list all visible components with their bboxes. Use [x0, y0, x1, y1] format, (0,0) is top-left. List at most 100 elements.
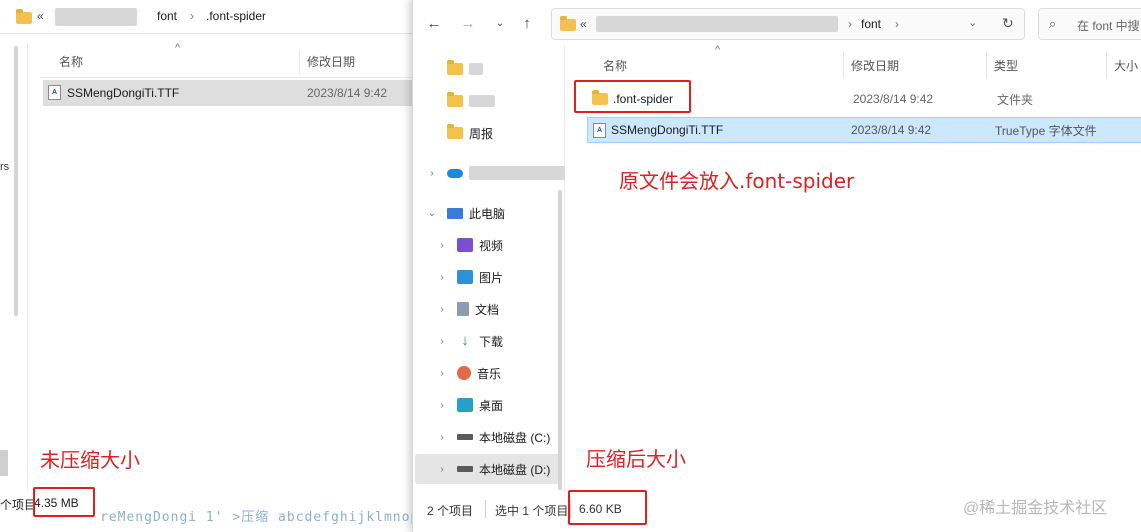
documents-icon [457, 302, 469, 316]
annotation-before-size: 未压缩大小 [40, 448, 140, 472]
pictures-icon [457, 270, 473, 284]
video-icon [457, 238, 473, 252]
column-size[interactable]: 大小 [1114, 46, 1138, 84]
search-icon: ⌕ [1049, 16, 1057, 31]
nav-item-desktop[interactable]: › 桌面 [413, 390, 565, 420]
nav-item-documents[interactable]: › 文档 [413, 294, 565, 324]
folder-icon [16, 9, 32, 24]
blurred-label [469, 63, 483, 75]
nav-item-pictures[interactable]: › 图片 [413, 262, 565, 292]
breadcrumb-font-spider[interactable]: .font-spider [206, 9, 266, 23]
download-icon: ↓ [461, 332, 469, 349]
column-divider[interactable] [299, 50, 300, 74]
nav-item-label: 周报 [469, 126, 494, 141]
chevron-down-icon[interactable]: ⌄ [423, 208, 441, 219]
nav-item-downloads[interactable]: › ↓ 下载 [413, 326, 565, 356]
breadcrumb-font[interactable]: font [861, 17, 881, 31]
column-name[interactable]: 名称 [603, 46, 627, 84]
side-fragment: rs [0, 161, 10, 173]
highlight-before-size [33, 487, 95, 517]
nav-item-label: 文档 [475, 302, 500, 317]
folder-icon [447, 124, 463, 139]
breadcrumb-font[interactable]: font [157, 9, 177, 23]
breadcrumb-back[interactable]: « [37, 9, 44, 23]
annotation-after-size: 压缩后大小 [586, 447, 686, 471]
nav-item-blurred-1[interactable] [413, 54, 565, 84]
highlight-after-size [568, 490, 647, 525]
nav-item-label: 本地磁盘 (C:) [479, 430, 551, 445]
right-nav-pane: 周报 › ⌄ 此电脑 › 视频 › 图片 › 文档 › ↓ 下载 › 音乐 › … [413, 46, 565, 492]
column-modified[interactable]: 修改日期 [851, 46, 899, 84]
address-dropdown-icon[interactable]: ⌄ [968, 16, 977, 29]
forward-arrow-icon[interactable]: → [456, 11, 480, 35]
status-divider [485, 500, 486, 518]
sort-up-icon: ^ [715, 44, 721, 56]
nav-item-label: 此电脑 [469, 206, 506, 221]
blurred-label [469, 166, 565, 180]
column-name[interactable]: 名称 [59, 53, 83, 70]
folder-icon [447, 92, 463, 107]
nav-item-music[interactable]: › 音乐 [413, 358, 565, 388]
left-scrollbar[interactable] [14, 46, 18, 316]
chevron-right-icon: › [848, 17, 852, 31]
status-item-count: 个项目 [0, 498, 37, 512]
chevron-right-icon[interactable]: › [433, 432, 451, 443]
annotation-moved: 原文件会放入.font-spider [619, 169, 855, 193]
nav-item-onedrive[interactable]: › [413, 158, 565, 188]
nav-item-this-pc[interactable]: ⌄ 此电脑 [413, 198, 565, 228]
right-toolbar: ← → ⌄ ↑ « › font › ⌄ ↻ ⌕ 在 font 中搜 [413, 0, 1141, 46]
left-edge-scroll [0, 450, 8, 476]
nav-item-weekly[interactable]: 周报 [413, 118, 565, 148]
left-file-row[interactable]: A SSMengDongiTi.TTF 2023/8/14 9:42 [43, 80, 416, 106]
cloud-icon [447, 168, 463, 178]
file-name: SSMengDongiTi.TTF [67, 86, 180, 100]
file-modified: 2023/8/14 9:42 [851, 123, 932, 137]
nav-item-label: 视频 [479, 238, 504, 253]
file-modified: 2023/8/14 9:42 [853, 92, 934, 106]
file-type: 文件夹 [997, 92, 1034, 107]
folder-icon [560, 16, 576, 31]
font-file-icon: A [593, 122, 606, 138]
refresh-icon[interactable]: ↻ [1002, 15, 1014, 32]
nav-item-video[interactable]: › 视频 [413, 230, 565, 260]
nav-scrollbar[interactable] [558, 190, 562, 490]
nav-item-drive-c[interactable]: › 本地磁盘 (C:) [413, 422, 565, 452]
up-arrow-icon[interactable]: ↑ [515, 11, 539, 35]
column-divider[interactable] [1106, 52, 1107, 78]
file-type: TrueType 字体文件 [995, 123, 1097, 138]
breadcrumb-back[interactable]: « [580, 17, 587, 31]
status-selected: 选中 1 个项目 [495, 504, 569, 518]
chevron-right-icon[interactable]: › [433, 240, 451, 251]
search-box[interactable]: ⌕ 在 font 中搜 [1038, 8, 1141, 40]
chevron-right-icon[interactable]: › [433, 272, 451, 283]
chevron-right-icon[interactable]: › [433, 368, 451, 379]
music-icon [457, 366, 471, 380]
back-arrow-icon[interactable]: ← [422, 11, 446, 35]
column-modified[interactable]: 修改日期 [307, 53, 355, 70]
search-placeholder: 在 font 中搜 [1077, 19, 1140, 33]
column-divider[interactable] [843, 52, 844, 78]
chevron-right-icon[interactable]: › [423, 168, 441, 179]
left-address-bar[interactable]: « font › .font-spider [0, 0, 416, 34]
chevron-right-icon[interactable]: › [433, 336, 451, 347]
right-address-bar[interactable]: « › font › ⌄ ↻ [551, 8, 1025, 40]
nav-item-label: 下载 [479, 334, 504, 349]
file-row-ttf[interactable]: A SSMengDongiTi.TTF 2023/8/14 9:42 TrueT… [587, 117, 1141, 143]
watermark: @稀土掘金技术社区 [963, 500, 1108, 517]
drive-icon [457, 466, 473, 472]
chevron-right-icon: › [895, 17, 899, 31]
chevron-right-icon[interactable]: › [433, 464, 451, 475]
blurred-path [55, 8, 137, 26]
file-name: SSMengDongiTi.TTF [611, 123, 724, 137]
status-item-count: 2 个项目 [427, 504, 474, 518]
chevron-right-icon[interactable]: › [433, 400, 451, 411]
column-divider[interactable] [986, 52, 987, 78]
nav-item-blurred-2[interactable] [413, 86, 565, 116]
nav-item-drive-d[interactable]: › 本地磁盘 (D:) [415, 454, 561, 484]
drive-icon [457, 434, 473, 440]
recent-chevron-icon[interactable]: ⌄ [488, 11, 512, 35]
chevron-right-icon: › [190, 9, 194, 23]
sort-up-icon: ^ [175, 42, 181, 54]
chevron-right-icon[interactable]: › [433, 304, 451, 315]
column-type[interactable]: 类型 [994, 46, 1018, 84]
